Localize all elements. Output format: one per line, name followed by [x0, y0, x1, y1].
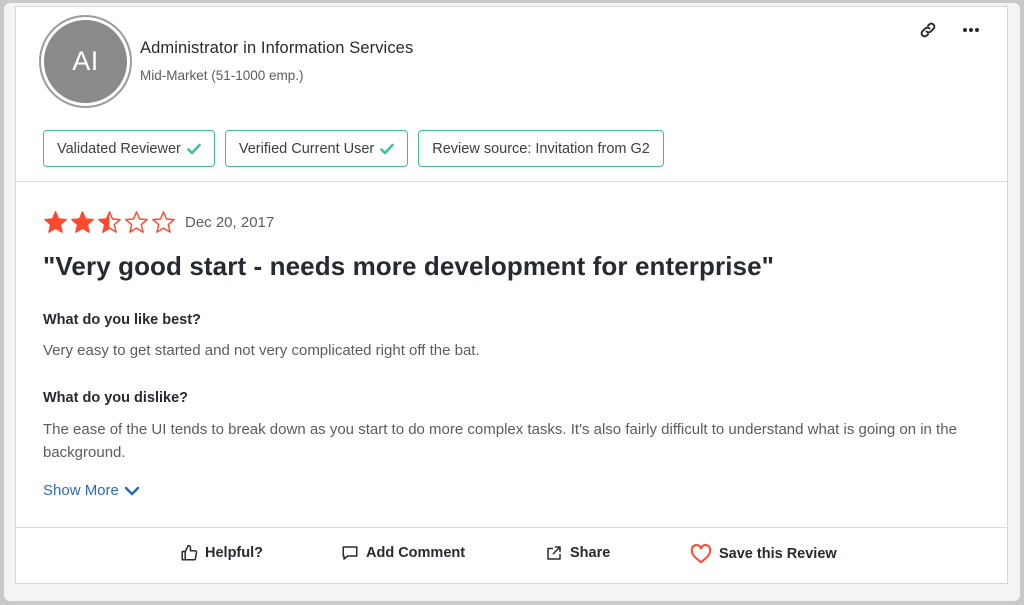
- helpful-button[interactable]: Helpful?: [180, 544, 263, 562]
- share-icon: [547, 546, 561, 560]
- save-review-label: Save this Review: [719, 546, 837, 562]
- check-icon: [187, 143, 201, 154]
- review-title: "Very good start - needs more developmen…: [43, 251, 775, 281]
- show-more-link[interactable]: Show More: [43, 482, 139, 499]
- divider: [16, 181, 1007, 182]
- review-card: AI Administrator in Information Services…: [15, 6, 1008, 584]
- like-question: What do you like best?: [43, 312, 201, 328]
- more-horizontal-icon[interactable]: [960, 19, 982, 41]
- reviewer-badge: Validated Reviewer: [43, 130, 215, 167]
- save-review-button[interactable]: Save this Review: [690, 544, 837, 564]
- divider: [16, 527, 1007, 528]
- share-button[interactable]: Share: [545, 544, 610, 562]
- badge-label: Verified Current User: [238, 140, 375, 157]
- helpful-label: Helpful?: [205, 545, 263, 561]
- show-more-label: Show More: [43, 482, 119, 499]
- chevron-down-icon: [124, 486, 139, 495]
- badge-label: Review source: Invitation from G2: [432, 140, 650, 157]
- add-comment-label: Add Comment: [366, 545, 466, 561]
- star-full-icon: [44, 211, 67, 233]
- rating-row: Dec 20, 2017: [43, 210, 274, 234]
- star-full-icon: [71, 211, 94, 233]
- thumbs-up-icon: [181, 544, 198, 561]
- star-rating: [43, 210, 176, 234]
- comment-icon: [342, 546, 358, 560]
- link-icon[interactable]: [917, 19, 939, 41]
- avatar: AI: [41, 17, 130, 106]
- star-empty-icon: [152, 211, 175, 233]
- reviewer-badge: Review source: Invitation from G2: [418, 130, 664, 167]
- share-label: Share: [570, 545, 611, 561]
- dislike-answer: The ease of the UI tends to break down a…: [43, 421, 957, 461]
- badge-label: Validated Reviewer: [57, 140, 181, 157]
- star-half-icon: [98, 211, 121, 233]
- check-icon: [380, 143, 395, 154]
- reviewer-badges: Validated Reviewer Verified Current User R…: [43, 130, 664, 167]
- reviewer-company-size: Mid-Market (51-1000 emp.): [140, 68, 304, 83]
- reviewer-title: Administrator in Information Services: [140, 39, 414, 57]
- review-date: Dec 20, 2017: [185, 213, 275, 231]
- reviewer-badge: Verified Current User: [224, 130, 409, 167]
- dislike-question: What do you dislike?: [43, 390, 189, 406]
- star-empty-icon: [125, 211, 148, 233]
- avatar-initials: AI: [72, 46, 99, 76]
- heart-icon: [690, 544, 712, 564]
- add-comment-button[interactable]: Add Comment: [341, 544, 465, 562]
- like-answer: Very easy to get started and not very co…: [43, 342, 480, 359]
